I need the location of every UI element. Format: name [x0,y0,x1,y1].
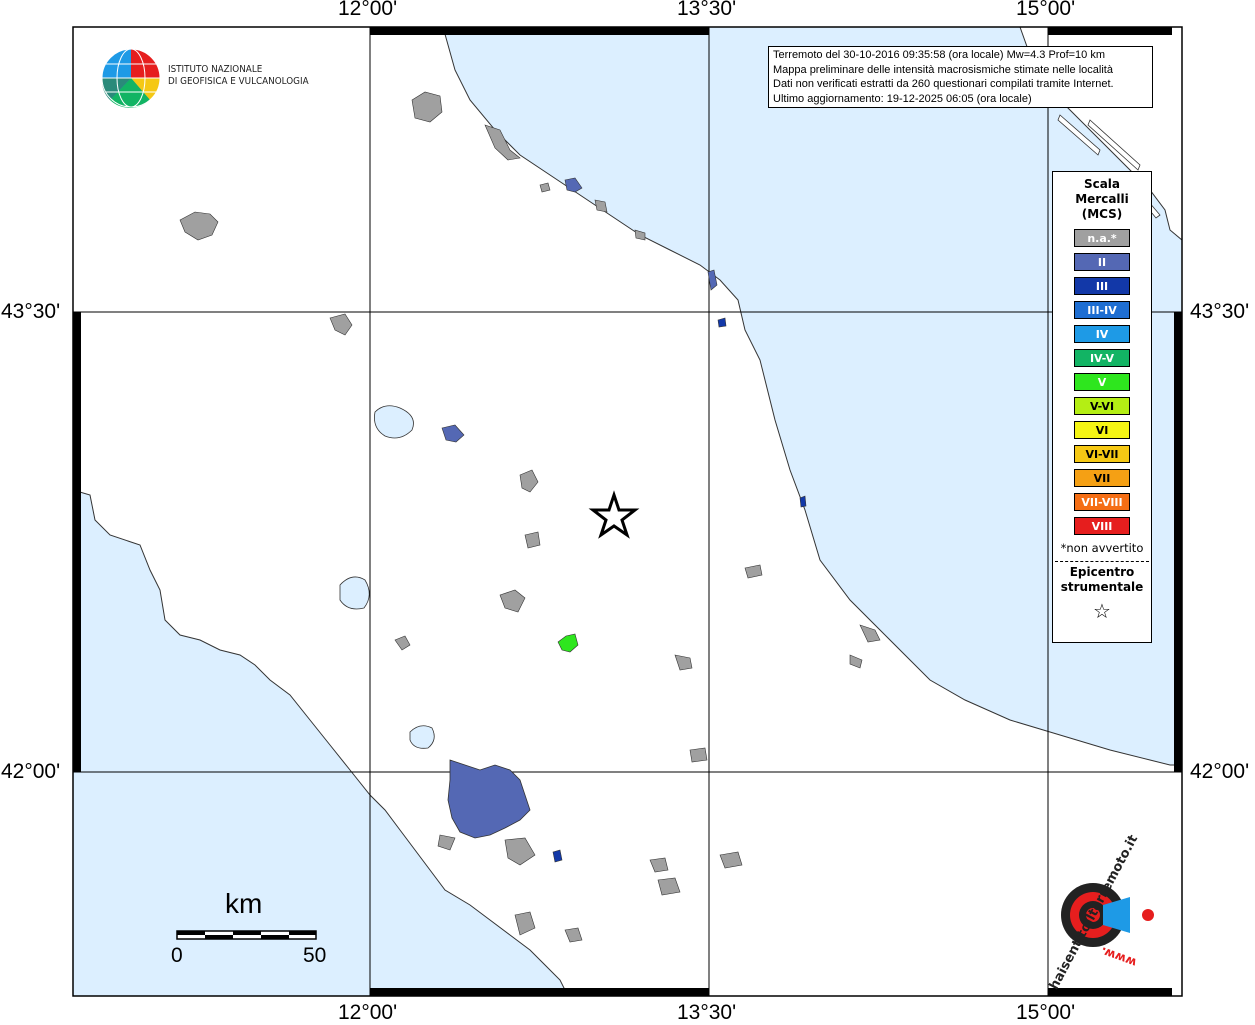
intensity-iii-coast [799,495,807,508]
lat-label-left-2: 42°00' [1,760,61,783]
scale-bar-unit: km [225,888,263,919]
legend-title: Scala Mercalli (MCS) [1053,177,1151,222]
ingv-name-line1: ISTITUTO NAZIONALE [168,64,263,75]
lon-label-top-2: 13°30' [677,0,737,20]
legend-item: VII [1074,469,1130,487]
intensity-iii-south [552,849,563,863]
event-info-line1: Terremoto del 30-10-2016 09:35:58 (ora l… [773,49,1106,61]
ingv-name-line2: DI GEOFISICA E VULCANOLOGIA [168,76,309,87]
event-info-line4: Ultimo aggiornamento: 19-12-2025 06:05 (… [773,92,1032,105]
event-info-line2: Mappa preliminare delle intensità macros… [773,63,1113,76]
legend-item: III-IV [1074,301,1130,319]
ingv-logo-icon [101,48,161,108]
scale-bar-start: 0 [171,944,183,967]
legend-item: VII-VIII [1074,493,1130,511]
lat-label-right-1: 43°30' [1190,300,1250,323]
legend-item: IV [1074,325,1130,343]
legend-epicentre-line2: strumentale [1060,580,1144,594]
legend-item: II [1074,253,1130,271]
ingv-name: ISTITUTO NAZIONALE DI GEOFISICA E VULCAN… [168,64,309,88]
lake-bolsena [339,576,370,610]
legend-item: IV-V [1074,349,1130,367]
lon-label-top-1: 12°00' [338,0,398,20]
legend-item: VI-VII [1074,445,1130,463]
scale-bar-end: 50 [303,944,327,967]
lon-label-bottom-3: 15°00' [1016,1001,1076,1024]
intensity-iii-ne [717,317,727,328]
event-info-line3: Dati non verificati estratti da 260 ques… [773,78,1114,91]
legend-title-line3: (MCS) [1081,207,1123,221]
legend-star-icon: ☆ [1093,599,1111,623]
legend-separator [1055,561,1149,562]
lake-bracciano [409,725,435,749]
lon-label-bottom-1: 12°00' [338,1001,398,1024]
lat-label-right-2: 42°00' [1190,760,1250,783]
legend-item: VIII [1074,517,1130,535]
legend-item: III [1074,277,1130,295]
legend-note: *non avvertito [1060,541,1144,555]
lon-label-top-3: 15°00' [1016,0,1076,20]
legend-item: V-VI [1074,397,1130,415]
legend-epicentre-label: Epicentro strumentale [1053,565,1151,595]
legend-item: n.a.* [1074,229,1130,247]
event-info-box: Terremoto del 30-10-2016 09:35:58 (ora l… [768,46,1153,108]
legend-item: VI [1074,421,1130,439]
legend-title-line2: Mercalli [1075,192,1129,206]
legend-items: n.a.* II III III-IV IV IV-V V V-VI VI VI-VII VII VI… [1053,229,1151,535]
lat-label-left-1: 43°30' [1,300,61,323]
scale-bar [176,930,317,940]
legend-item: V [1074,373,1130,391]
lon-label-bottom-2: 13°30' [677,1001,737,1024]
legend-epicentre-line1: Epicentro [1069,565,1135,579]
legend-title-line1: Scala [1083,177,1121,191]
mcs-legend: Scala Mercalli (MCS) n.a.* II III III-IV IV I… [1052,171,1152,643]
